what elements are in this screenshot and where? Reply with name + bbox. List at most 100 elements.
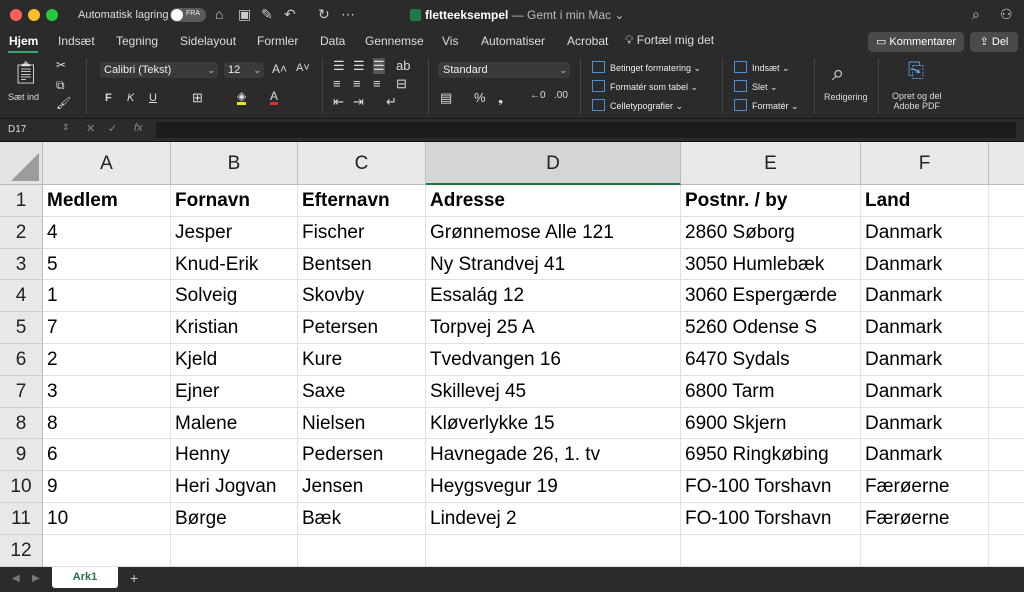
currency-icon[interactable]: ▤ xyxy=(440,90,452,106)
column-header-b[interactable]: B xyxy=(171,142,298,185)
cell-c2[interactable]: Fischer xyxy=(298,216,426,249)
share-button[interactable]: ⇪ Del xyxy=(970,32,1018,52)
search-icon[interactable]: ⌕ xyxy=(972,6,980,23)
cell-b3[interactable]: Knud-Erik xyxy=(171,248,298,281)
column-header-e[interactable]: E xyxy=(681,142,861,185)
cell-c3[interactable]: Bentsen xyxy=(298,248,426,281)
tab-data[interactable]: Data xyxy=(320,34,345,48)
sheet-tab-ark1[interactable]: Ark1 xyxy=(52,567,118,588)
number-format-select[interactable]: Standard ⌄ xyxy=(438,62,570,78)
cell-d6[interactable]: Tvedvangen 16 xyxy=(426,344,681,376)
cell-b10[interactable]: Heri Jogvan xyxy=(171,471,298,503)
tab-formler[interactable]: Formler xyxy=(257,34,298,48)
cell-e9[interactable]: 6950 Ringkøbing xyxy=(681,439,861,472)
autosave-toggle[interactable]: FRA xyxy=(170,8,206,22)
tab-gennemse[interactable]: Gennemse xyxy=(365,34,424,48)
cell-e7[interactable]: 6800 Tarm xyxy=(681,375,861,408)
font-name-select[interactable]: Calibri (Tekst) ⌄ xyxy=(100,62,218,78)
tell-me-box[interactable]: 💡︎ Fortæl mig det xyxy=(625,33,714,48)
cell-extra[interactable] xyxy=(989,535,1024,567)
cell-c6[interactable]: Kure xyxy=(298,344,426,376)
cell-c12[interactable] xyxy=(298,534,426,567)
cell-b9[interactable]: Henny xyxy=(171,439,298,472)
merge-center-icon[interactable]: ⊟ xyxy=(396,76,407,92)
cell-d5[interactable]: Torpvej 25 A xyxy=(426,312,681,344)
create-share-pdf-button[interactable]: Opret og del Adobe PDF xyxy=(892,91,942,111)
tab-indsaet[interactable]: Indsæt xyxy=(58,34,95,48)
formula-input[interactable] xyxy=(156,122,1016,138)
edit-icon[interactable]: ✎ xyxy=(261,6,273,23)
scroll-right-icon[interactable]: ▶ xyxy=(32,573,40,584)
cell-extra[interactable] xyxy=(989,439,1024,472)
cell-a3[interactable]: 5 xyxy=(43,248,171,281)
home-icon[interactable]: ⌂ xyxy=(215,6,223,22)
cell-e6[interactable]: 6470 Sydals xyxy=(681,344,861,376)
row-header-3[interactable]: 3 xyxy=(0,248,43,281)
cell-extra[interactable] xyxy=(989,344,1024,376)
italic-icon[interactable]: K xyxy=(127,92,134,104)
cell-a7[interactable]: 3 xyxy=(43,375,171,408)
cell-d9[interactable]: Havnegade 26, 1. tv xyxy=(426,439,681,472)
comments-button[interactable]: ▭ Kommentarer xyxy=(868,32,964,52)
align-top-icon[interactable]: ☰ xyxy=(333,58,345,74)
name-box-stepper-icon[interactable]: ⇕ xyxy=(62,122,70,133)
cell-d11[interactable]: Lindevej 2 xyxy=(426,503,681,535)
fill-color-icon[interactable]: ◈ xyxy=(237,90,247,105)
row-header-6[interactable]: 6 xyxy=(0,344,43,376)
tab-sidelayout[interactable]: Sidelayout xyxy=(180,34,236,48)
insert-function-icon[interactable]: fx xyxy=(134,122,143,134)
document-status[interactable]: — Gemt i min Mac ⌄ xyxy=(508,8,625,22)
cell-c9[interactable]: Pedersen xyxy=(298,439,426,472)
align-middle-icon[interactable]: ☰ xyxy=(353,58,365,74)
cell-a6[interactable]: 2 xyxy=(43,344,171,376)
cell-e5[interactable]: 5260 Odense S xyxy=(681,312,861,344)
cell-a5[interactable]: 7 xyxy=(43,312,171,344)
delete-cells-button[interactable]: Slet ⌄ xyxy=(734,80,778,93)
cell-extra[interactable] xyxy=(989,503,1024,535)
borders-icon[interactable]: ⊞ xyxy=(192,90,203,106)
insert-cells-button[interactable]: Indsæt ⌄ xyxy=(734,61,790,74)
percent-icon[interactable]: % xyxy=(474,90,486,105)
bold-icon[interactable]: F xyxy=(105,92,112,104)
font-size-select[interactable]: 12 ⌄ xyxy=(224,62,264,78)
copy-icon[interactable]: ⧉ xyxy=(56,78,65,93)
cell-b2[interactable]: Jesper xyxy=(171,216,298,249)
cell-b4[interactable]: Solveig xyxy=(171,280,298,313)
cell-c8[interactable]: Nielsen xyxy=(298,407,426,440)
row-header-8[interactable]: 8 xyxy=(0,407,43,440)
tab-hjem[interactable]: Hjem xyxy=(9,34,38,48)
cell-a8[interactable]: 8 xyxy=(43,407,171,440)
row-header-11[interactable]: 11 xyxy=(0,503,43,535)
increase-font-icon[interactable]: A˄ xyxy=(272,62,287,76)
align-left-icon[interactable]: ≡ xyxy=(333,76,341,91)
cell-a9[interactable]: 6 xyxy=(43,439,171,472)
row-header-4[interactable]: 4 xyxy=(0,280,43,313)
cell-d4[interactable]: Essalág 12 xyxy=(426,280,681,313)
column-header-f[interactable]: F xyxy=(861,142,989,185)
cell-f6[interactable]: Danmark xyxy=(861,344,989,376)
increase-decimal-icon[interactable]: ←0 xyxy=(530,90,546,101)
minimize-window-button[interactable] xyxy=(28,9,40,21)
cell-b11[interactable]: Børge xyxy=(171,503,298,535)
cell-c11[interactable]: Bæk xyxy=(298,503,426,535)
font-color-icon[interactable]: A xyxy=(270,90,279,105)
cell-a11[interactable]: 10 xyxy=(43,503,171,535)
row-header-10[interactable]: 10 xyxy=(0,471,43,503)
cell-e8[interactable]: 6900 Skjern xyxy=(681,407,861,440)
cut-icon[interactable]: ✂ xyxy=(56,58,66,72)
cell-d2[interactable]: Grønnemose Alle 121 xyxy=(426,216,681,249)
cell-b1[interactable]: Fornavn xyxy=(171,185,298,217)
tab-acrobat[interactable]: Acrobat xyxy=(567,34,608,48)
orientation-icon[interactable]: ab xyxy=(396,58,410,73)
cell-a1[interactable]: Medlem xyxy=(43,185,171,217)
cell-b7[interactable]: Ejner xyxy=(171,375,298,408)
increase-indent-icon[interactable]: ⇥ xyxy=(353,94,364,110)
paste-label[interactable]: Sæt ind xyxy=(8,92,39,102)
more-icon[interactable]: ⋯ xyxy=(341,6,355,23)
save-icon[interactable]: ▣ xyxy=(238,6,251,23)
scroll-left-icon[interactable]: ◀ xyxy=(12,573,20,584)
adobe-pdf-icon[interactable]: ⎘ xyxy=(908,60,924,83)
zoom-window-button[interactable] xyxy=(46,9,58,21)
cell-b12[interactable] xyxy=(171,534,298,567)
format-cells-button[interactable]: Formatér ⌄ xyxy=(734,99,799,112)
